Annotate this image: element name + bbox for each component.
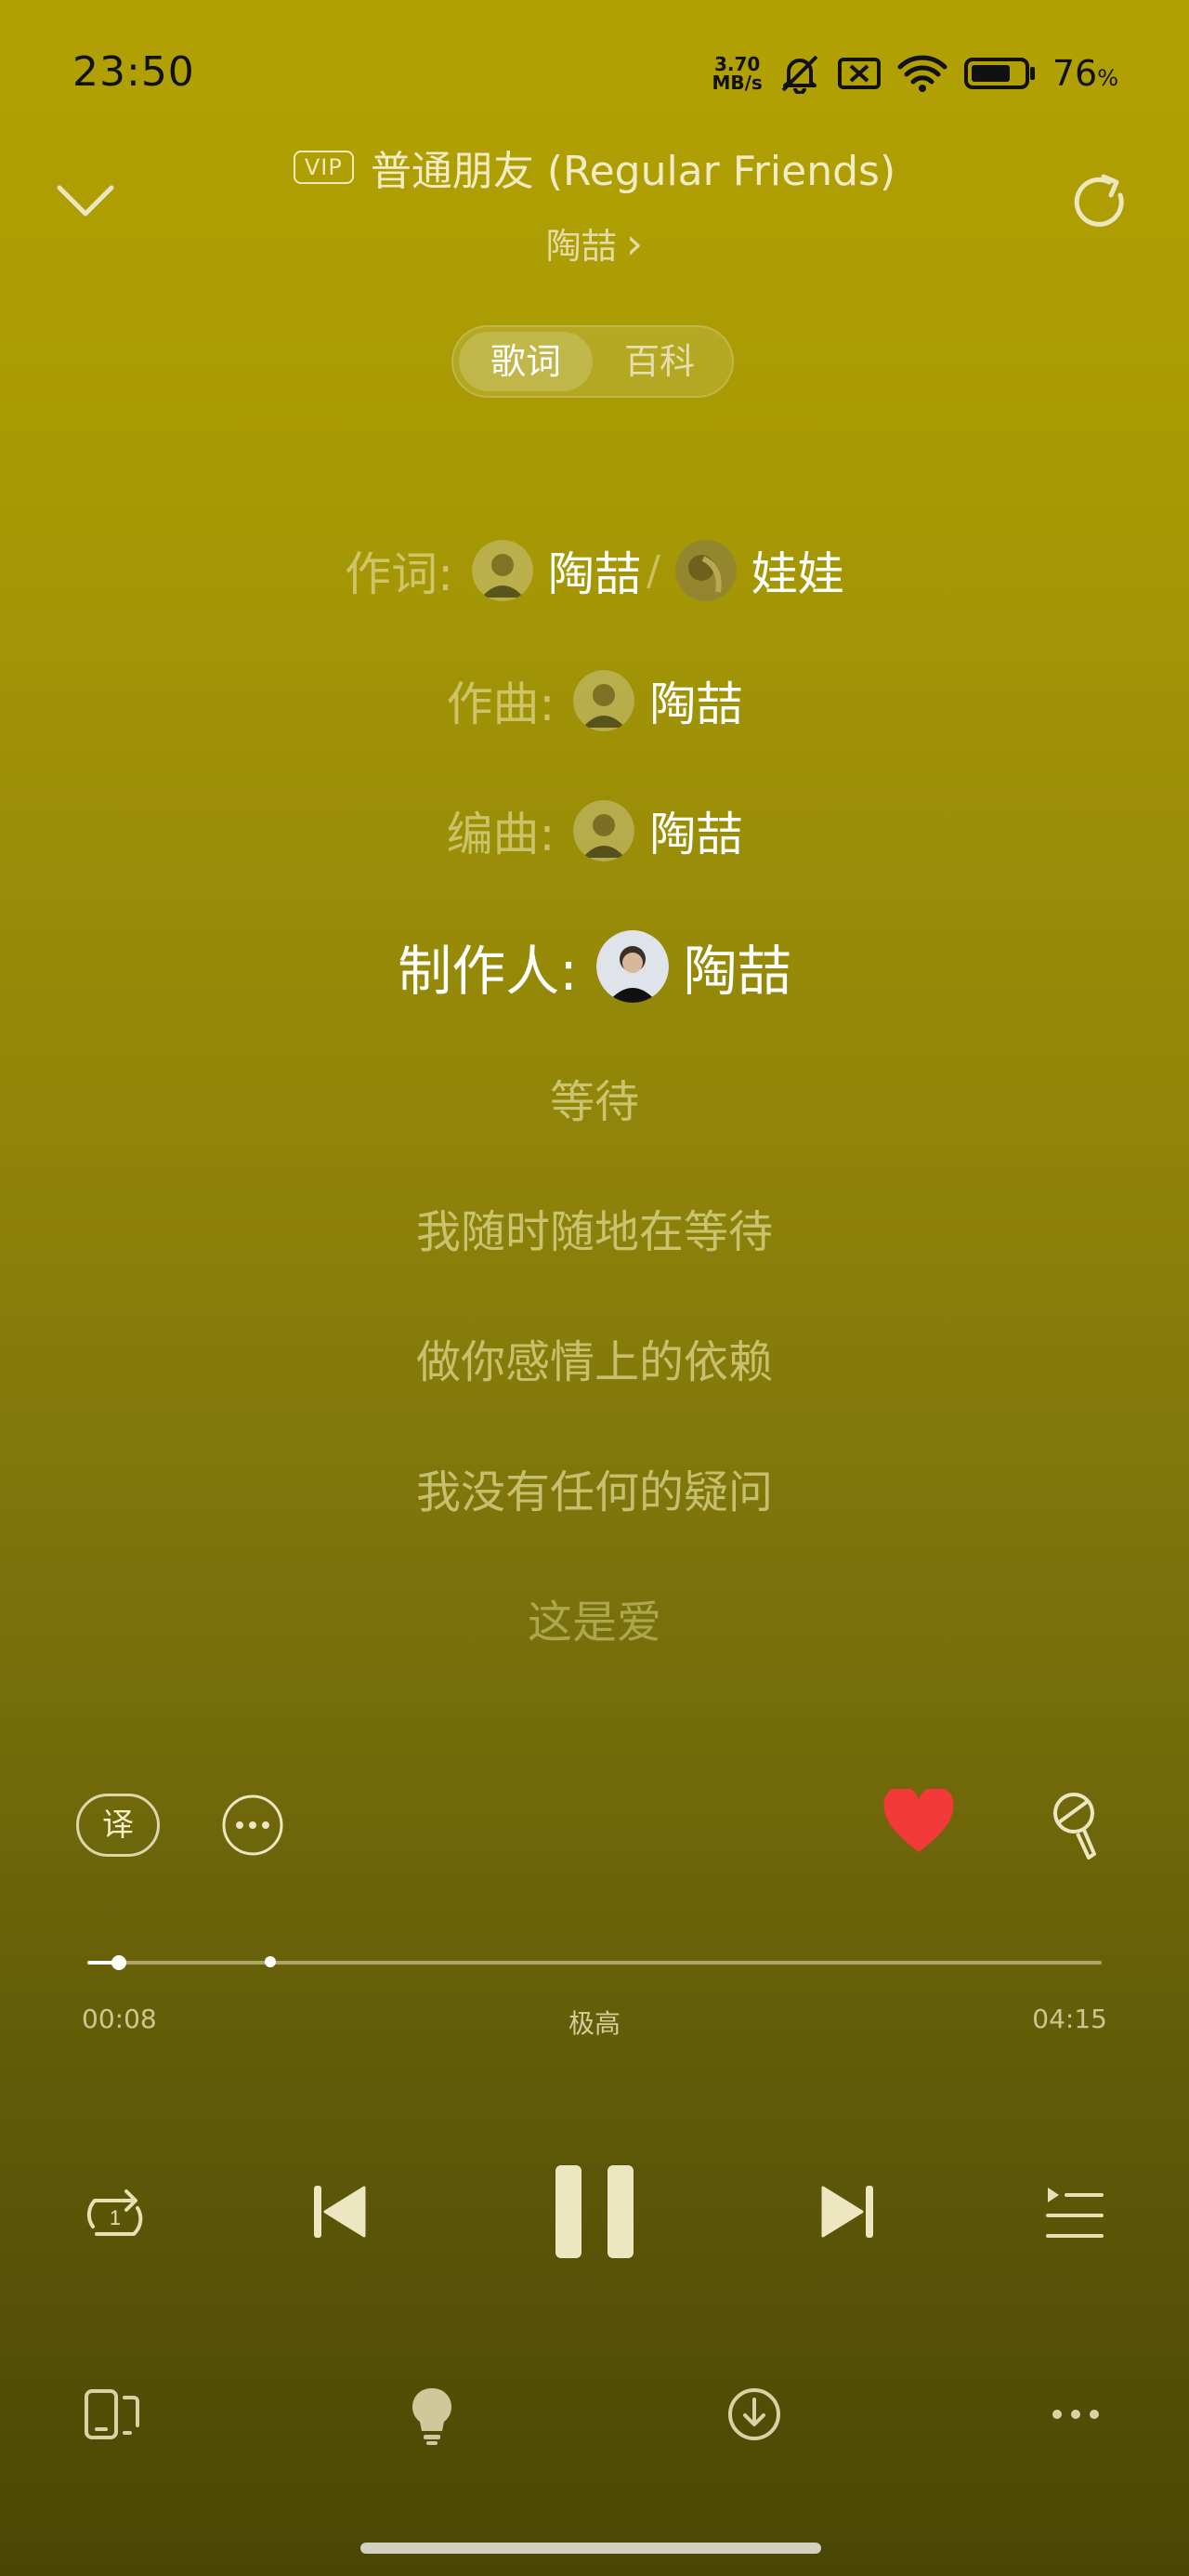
avatar[interactable] xyxy=(472,540,534,601)
avatar[interactable] xyxy=(573,800,635,861)
credit-label: 作曲: xyxy=(446,677,555,731)
credit-name[interactable]: 陶喆 xyxy=(649,797,742,864)
tab-lyrics[interactable]: 歌词 xyxy=(459,332,593,391)
lyric-line[interactable]: 等待 xyxy=(0,1065,1189,1130)
credit-producer: 制作人: 陶喆 xyxy=(0,927,1189,1005)
vip-badge: VIP xyxy=(293,151,354,184)
progress-handle[interactable] xyxy=(111,1955,126,1970)
download-icon[interactable] xyxy=(726,2386,782,2442)
wifi-icon xyxy=(897,55,947,92)
credit-label: 制作人: xyxy=(398,940,578,1003)
pause-icon[interactable] xyxy=(552,2163,637,2260)
credit-name[interactable]: 陶喆 xyxy=(684,927,791,1005)
playlist-icon[interactable] xyxy=(1044,2184,1105,2241)
light-bulb-icon[interactable] xyxy=(409,2385,455,2446)
repeat-one-icon[interactable]: 1 xyxy=(80,2182,150,2243)
total-time: 04:15 xyxy=(1032,2004,1107,2034)
progress-track[interactable] xyxy=(87,1961,1102,1965)
mute-bell-icon xyxy=(781,55,818,94)
battery-percent: 76% xyxy=(1052,53,1118,94)
avatar[interactable] xyxy=(595,930,669,1003)
svg-text:1: 1 xyxy=(110,2206,121,2229)
status-bar-icons: 3.70 MB/s 76% xyxy=(712,50,1118,97)
credit-composer: 作曲: 陶喆 xyxy=(0,667,1189,734)
status-time: 23:50 xyxy=(72,48,195,96)
artist-link[interactable]: 陶喆 › xyxy=(0,217,1189,269)
credit-name[interactable]: 陶喆 xyxy=(649,667,742,734)
credit-name[interactable]: 娃娃 xyxy=(751,537,844,604)
lyric-line[interactable]: 这是爱 xyxy=(0,1585,1189,1650)
translate-button[interactable]: 译 xyxy=(76,1794,160,1857)
buffer-marker xyxy=(264,1956,276,1967)
lyric-line[interactable]: 我随时随地在等待 xyxy=(0,1195,1189,1260)
artist-name: 陶喆 xyxy=(545,226,617,267)
view-tabs: 歌词 百科 xyxy=(451,325,734,398)
credit-lyricist: 作词: 陶喆 / 娃娃 xyxy=(0,537,1189,604)
battery-icon xyxy=(963,58,1035,89)
more-circle-icon[interactable] xyxy=(221,1794,284,1857)
chevron-right-icon: › xyxy=(625,217,644,269)
credit-name[interactable]: 陶喆 xyxy=(548,537,641,604)
skip-next-icon[interactable] xyxy=(819,2182,877,2241)
credit-label: 作词: xyxy=(345,547,454,601)
credit-label: 编曲: xyxy=(446,808,555,861)
lyric-line[interactable]: 做你感情上的依赖 xyxy=(0,1325,1189,1390)
heart-icon[interactable] xyxy=(882,1789,955,1856)
avatar[interactable] xyxy=(674,540,737,601)
more-horizontal-icon[interactable] xyxy=(1050,2407,1102,2422)
song-title: 普通朋友 (Regular Friends) xyxy=(370,148,896,195)
lyric-line[interactable]: 我没有任何的疑问 xyxy=(0,1455,1189,1520)
song-title-row: VIP 普通朋友 (Regular Friends) xyxy=(0,138,1189,197)
credit-separator: / xyxy=(647,546,660,595)
microphone-icon[interactable] xyxy=(1046,1789,1104,1861)
network-speed: 3.70 MB/s xyxy=(712,53,763,94)
no-sim-icon xyxy=(837,58,881,89)
skip-previous-icon[interactable] xyxy=(310,2182,368,2241)
avatar[interactable] xyxy=(573,670,635,731)
audio-quality[interactable]: 极高 xyxy=(0,2004,1189,2041)
device-switch-icon[interactable] xyxy=(84,2388,139,2440)
credit-arranger: 编曲: 陶喆 xyxy=(0,797,1189,864)
share-icon[interactable] xyxy=(1068,169,1135,236)
home-indicator[interactable] xyxy=(360,2543,821,2554)
tab-wiki[interactable]: 百科 xyxy=(593,332,726,391)
